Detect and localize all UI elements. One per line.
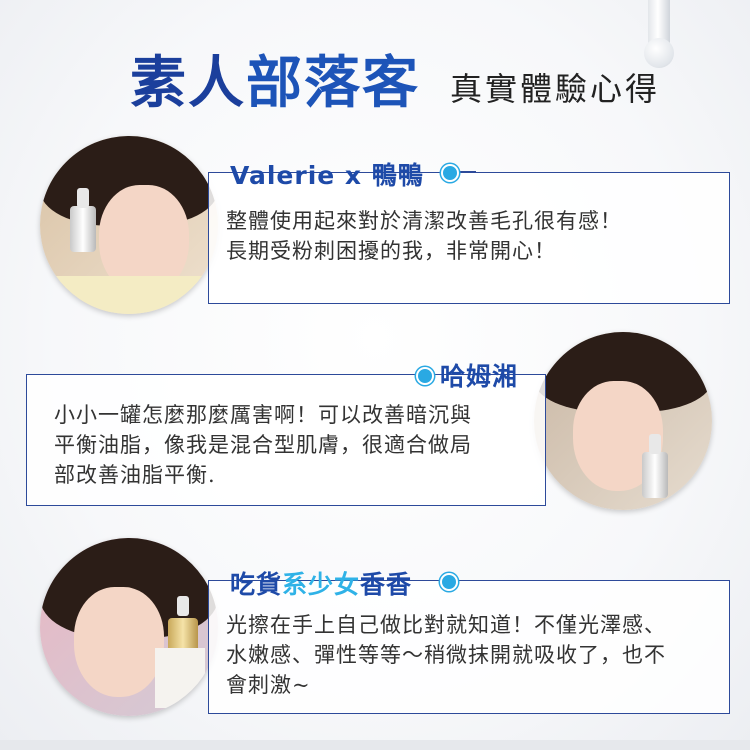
review-text-3: 光擦在手上自己做比對就知道！不僅光澤感、 水嫩感、彈性等等～稍微抹開就吸收了，也… xyxy=(226,613,666,697)
title-subtitle: 真實體驗心得 xyxy=(450,70,661,108)
review-text-1: 整體使用起來對於清潔改善毛孔很有感！ 長期受粉刺困擾的我，非常開心！ xyxy=(226,209,622,263)
bottom-divider xyxy=(0,740,750,750)
page-title: 素人部落客 真實體驗心得 xyxy=(0,38,750,116)
reviewer-name-3: 吃貨系少女香香 xyxy=(230,565,412,601)
title-main-part2: 部落客 xyxy=(246,50,420,116)
reviewer-name-3-part1: 吃貨 xyxy=(230,570,283,599)
reviewer-name-2: 哈姆湘 xyxy=(440,362,519,391)
avatar-xiangxiang xyxy=(40,538,218,716)
bullet-dot-icon xyxy=(441,164,459,182)
title-main-part1: 素人 xyxy=(130,50,246,116)
reviewer-name-1: Valerie x 鴨鴨 xyxy=(230,161,424,190)
bullet-dot-icon xyxy=(440,573,458,591)
bullet-dot-icon xyxy=(416,367,434,385)
review-text-2: 小小一罐怎麼那麼厲害啊！可以改善暗沉與 平衡油脂，像我是混合型肌膚，很適合做局 … xyxy=(54,403,472,487)
reviewer-name-3-part3: 香香 xyxy=(360,570,413,599)
reviewer-name-3-part2: 系少女 xyxy=(282,570,361,599)
avatar-hamuxiang xyxy=(534,332,712,510)
name-connector-1 xyxy=(456,171,476,173)
title-main: 素人部落客 xyxy=(130,38,420,119)
avatar-valerie xyxy=(40,136,218,314)
